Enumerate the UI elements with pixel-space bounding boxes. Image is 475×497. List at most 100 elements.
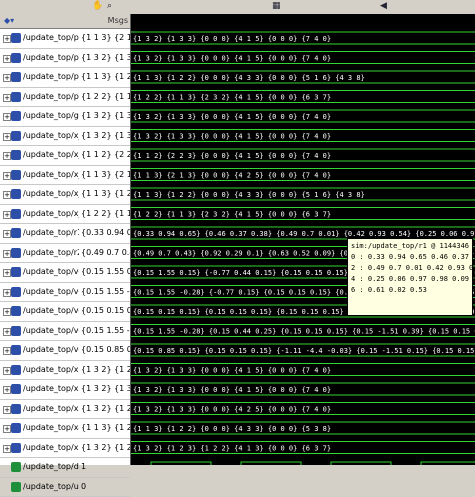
signal-row[interactable]: + /update_top/gbest — [0, 107, 79, 127]
expand-icon[interactable]: + — [3, 386, 11, 394]
expand-icon[interactable]: + — [3, 133, 11, 141]
bus-value-label: {1 3 2} {1 3 3} {0 0 0} {4 1 5} {0 0 0} … — [133, 35, 331, 43]
value-row: {0.15 0.15 0.15} {... — [79, 302, 130, 322]
value-row: {1 3 2} {1 2 3} {0... — [79, 400, 130, 420]
signal-value: {0.15 1.55 0.15} {... — [81, 267, 130, 276]
expand-icon[interactable]: + — [3, 55, 11, 63]
signal-name: /update_top/up_done — [23, 482, 79, 491]
hand-icon[interactable]: ✋ — [92, 1, 103, 12]
waveform-trace: {1 1 2} {2 2 3} {0 0 0} {4 1 5} {0 0 0} … — [131, 149, 475, 161]
signal-row[interactable]: +/update_top/x3 — [0, 400, 79, 420]
expand-icon[interactable]: + — [3, 445, 11, 453]
expand-icon[interactable]: + — [3, 269, 11, 277]
expand-icon[interactable]: + — [3, 347, 11, 355]
signal-value: {1 3 2} {1 3 3} {0... — [81, 53, 130, 62]
signal-name: /update_top/done — [23, 462, 79, 471]
bus-value-label: {1 3 2} {1 3 3} {0 0 0} {4 1 5} {0 0 0} … — [133, 133, 331, 141]
expand-icon[interactable]: + — [3, 250, 11, 258]
waveform-trace: {1 3 2} {1 3 3} {0 0 0} {4 1 5} {0 0 0} … — [131, 383, 475, 395]
signal-row[interactable]: +/update_top/r1 — [0, 224, 79, 244]
expand-icon[interactable]: + — [3, 211, 11, 219]
signal-name: /update_top/vc4 — [23, 326, 79, 335]
value-row: {1 1 3} {2 1 3} {0... — [79, 166, 130, 186]
signal-row[interactable]: +/update_top/pbest3 — [0, 49, 79, 69]
signal-row[interactable]: +/update_top/vc1 — [0, 263, 79, 283]
signal-value: {0.33 0.94 0.65} {0... — [81, 228, 130, 237]
bus-signal-icon — [11, 443, 21, 453]
signal-row[interactable]: +/update_top/x_pre1 — [0, 127, 79, 147]
value-row: {0.15 1.55 0.15} {... — [79, 263, 130, 283]
values-header-label: Msgs — [108, 16, 128, 25]
waveform-trace: {1 3 2} {1 3 3} {0 0 0} {4 1 5} {0 0 0} … — [131, 130, 475, 142]
signal-row[interactable]: + /update_top/vc3 — [0, 302, 79, 322]
expand-icon[interactable]: + — [3, 308, 11, 316]
signal-row[interactable]: +/update_top/pbest4 — [0, 68, 79, 88]
expand-icon[interactable]: + — [3, 172, 11, 180]
signal-values-pane: Msgs {1 1 3} {2 1 3} {0 ... {1 3 2} {1 3 … — [79, 14, 132, 465]
expand-icon[interactable]: + — [3, 328, 11, 336]
signal-row[interactable]: +/update_top/r2 — [0, 244, 79, 264]
expand-icon[interactable]: + — [3, 35, 11, 43]
signal-value: {1 3 2} {1 3 3} {0... — [81, 384, 130, 393]
signal-row[interactable]: +/update_top/x2 — [0, 380, 79, 400]
bus-signal-icon — [11, 228, 21, 238]
signal-row[interactable]: +/update_top/vc5 — [0, 341, 79, 361]
bus-signal-icon — [11, 384, 21, 394]
expand-icon[interactable]: + — [3, 74, 11, 82]
value-row: {1 3 2} {1 2 3} {0... — [79, 361, 130, 381]
expand-icon[interactable]: + — [3, 113, 11, 121]
signal-value: {1 3 2} {1 2 3} {0... — [81, 404, 130, 413]
waveform-icon[interactable]: ▦ — [272, 1, 281, 12]
expand-icon[interactable]: + — [3, 406, 11, 414]
signal-row[interactable]: +/update_top/x4 — [0, 419, 79, 439]
bus-signal-icon — [11, 423, 21, 433]
expand-icon[interactable]: + — [3, 367, 11, 375]
waveform-trace: {0.15 1.55 -0.28} {0.15 0.44 0.25} {0.15… — [131, 325, 475, 337]
signal-name: /update_top/pbest2 — [23, 33, 79, 42]
value-row: {0.15 0.85 0.15} {... — [79, 341, 130, 361]
signal-row[interactable]: +/update_top/x_pre3 — [0, 166, 79, 186]
value-row: 0 — [79, 478, 130, 497]
bus-value-label: {1 1 3} {1 2 2} {0 0 0} {4 3 3} {0 0 0} … — [133, 425, 331, 433]
bus-value-label: {0.33 0.94 0.65} {0.46 0.37 0.38} {0.49 … — [133, 230, 475, 238]
signal-row[interactable]: + /update_top/pbest2 — [0, 29, 79, 49]
bus-value-label: {1 1 2} {2 2 3} {0 0 0} {4 1 5} {0 0 0} … — [133, 152, 331, 160]
signal-value: {1 3 2} {1 2 3} {1... — [81, 443, 130, 452]
toolbar: ✋ ⌕ ▦ ◀ — [0, 0, 475, 15]
signal-value: {1 1 2} {2 2 3} {0... — [81, 150, 130, 159]
expand-icon[interactable]: + — [3, 152, 11, 160]
cursor-icon[interactable]: ◀ — [380, 1, 387, 12]
signal-row[interactable]: +/update_top/vc2 — [0, 283, 79, 303]
signal-row[interactable]: +/update_top/pbest5 — [0, 88, 79, 108]
signal-row[interactable]: +/update_top/x_pre4 — [0, 185, 79, 205]
signal-name: /update_top/gbest — [23, 111, 79, 120]
value-row: {0.15 1.55 -0.28} {... — [79, 283, 130, 303]
signal-name: /update_top/vc3 — [23, 306, 79, 315]
signal-value: {1 3 2} {1 3 3} {0... — [81, 131, 130, 140]
waveform-trace: {1 3 2} {1 3 3} {0 0 0} {4 1 5} {0 0 0} … — [131, 110, 475, 122]
signal-row[interactable]: +/update_top/x_pre5 — [0, 205, 79, 225]
bus-signal-icon — [11, 365, 21, 375]
value-row: {0.33 0.94 0.65} {0... — [79, 224, 130, 244]
bus-signal-icon — [11, 53, 21, 63]
signal-value: {0.15 1.55 -0.28} {... — [81, 326, 130, 335]
waveform-trace: {1 3 2} {1 3 3} {0 0 0} {4 1 5} {0 0 0} … — [131, 32, 475, 44]
bus-signal-icon — [11, 287, 21, 297]
signal-row[interactable]: /update_top/done — [0, 458, 79, 478]
expand-icon[interactable]: + — [3, 230, 11, 238]
bus-value-label: {1 1 3} {1 2 2} {0 0 0} {4 3 3} {0 0 0} … — [133, 74, 365, 82]
expand-icon[interactable]: + — [3, 94, 11, 102]
value-row: {1 1 3} {2 1 3} {0 ... — [79, 29, 130, 49]
expand-icon[interactable]: + — [3, 425, 11, 433]
signal-row[interactable]: +/update_top/x1 — [0, 361, 79, 381]
zoom-icon[interactable]: ⌕ — [107, 1, 112, 12]
signal-row[interactable]: +/update_top/x_pre2 — [0, 146, 79, 166]
bus-value-label: {1 1 3} {1 2 2} {0 0 0} {4 3 3} {0 0 0} … — [133, 191, 365, 199]
bus-value-label: {1 3 2} {1 3 3} {0 0 0} {4 1 5} {0 0 0} … — [133, 386, 331, 394]
signal-row[interactable]: /update_top/up_done — [0, 478, 79, 497]
signal-row[interactable]: + /update_top/vc4 — [0, 322, 79, 342]
expand-icon[interactable]: + — [3, 191, 11, 199]
signal-row[interactable]: +/update_top/x5 — [0, 439, 79, 459]
signal-value: {1 2 2} {1 1 3} {2... — [81, 209, 130, 218]
expand-icon[interactable]: + — [3, 289, 11, 297]
